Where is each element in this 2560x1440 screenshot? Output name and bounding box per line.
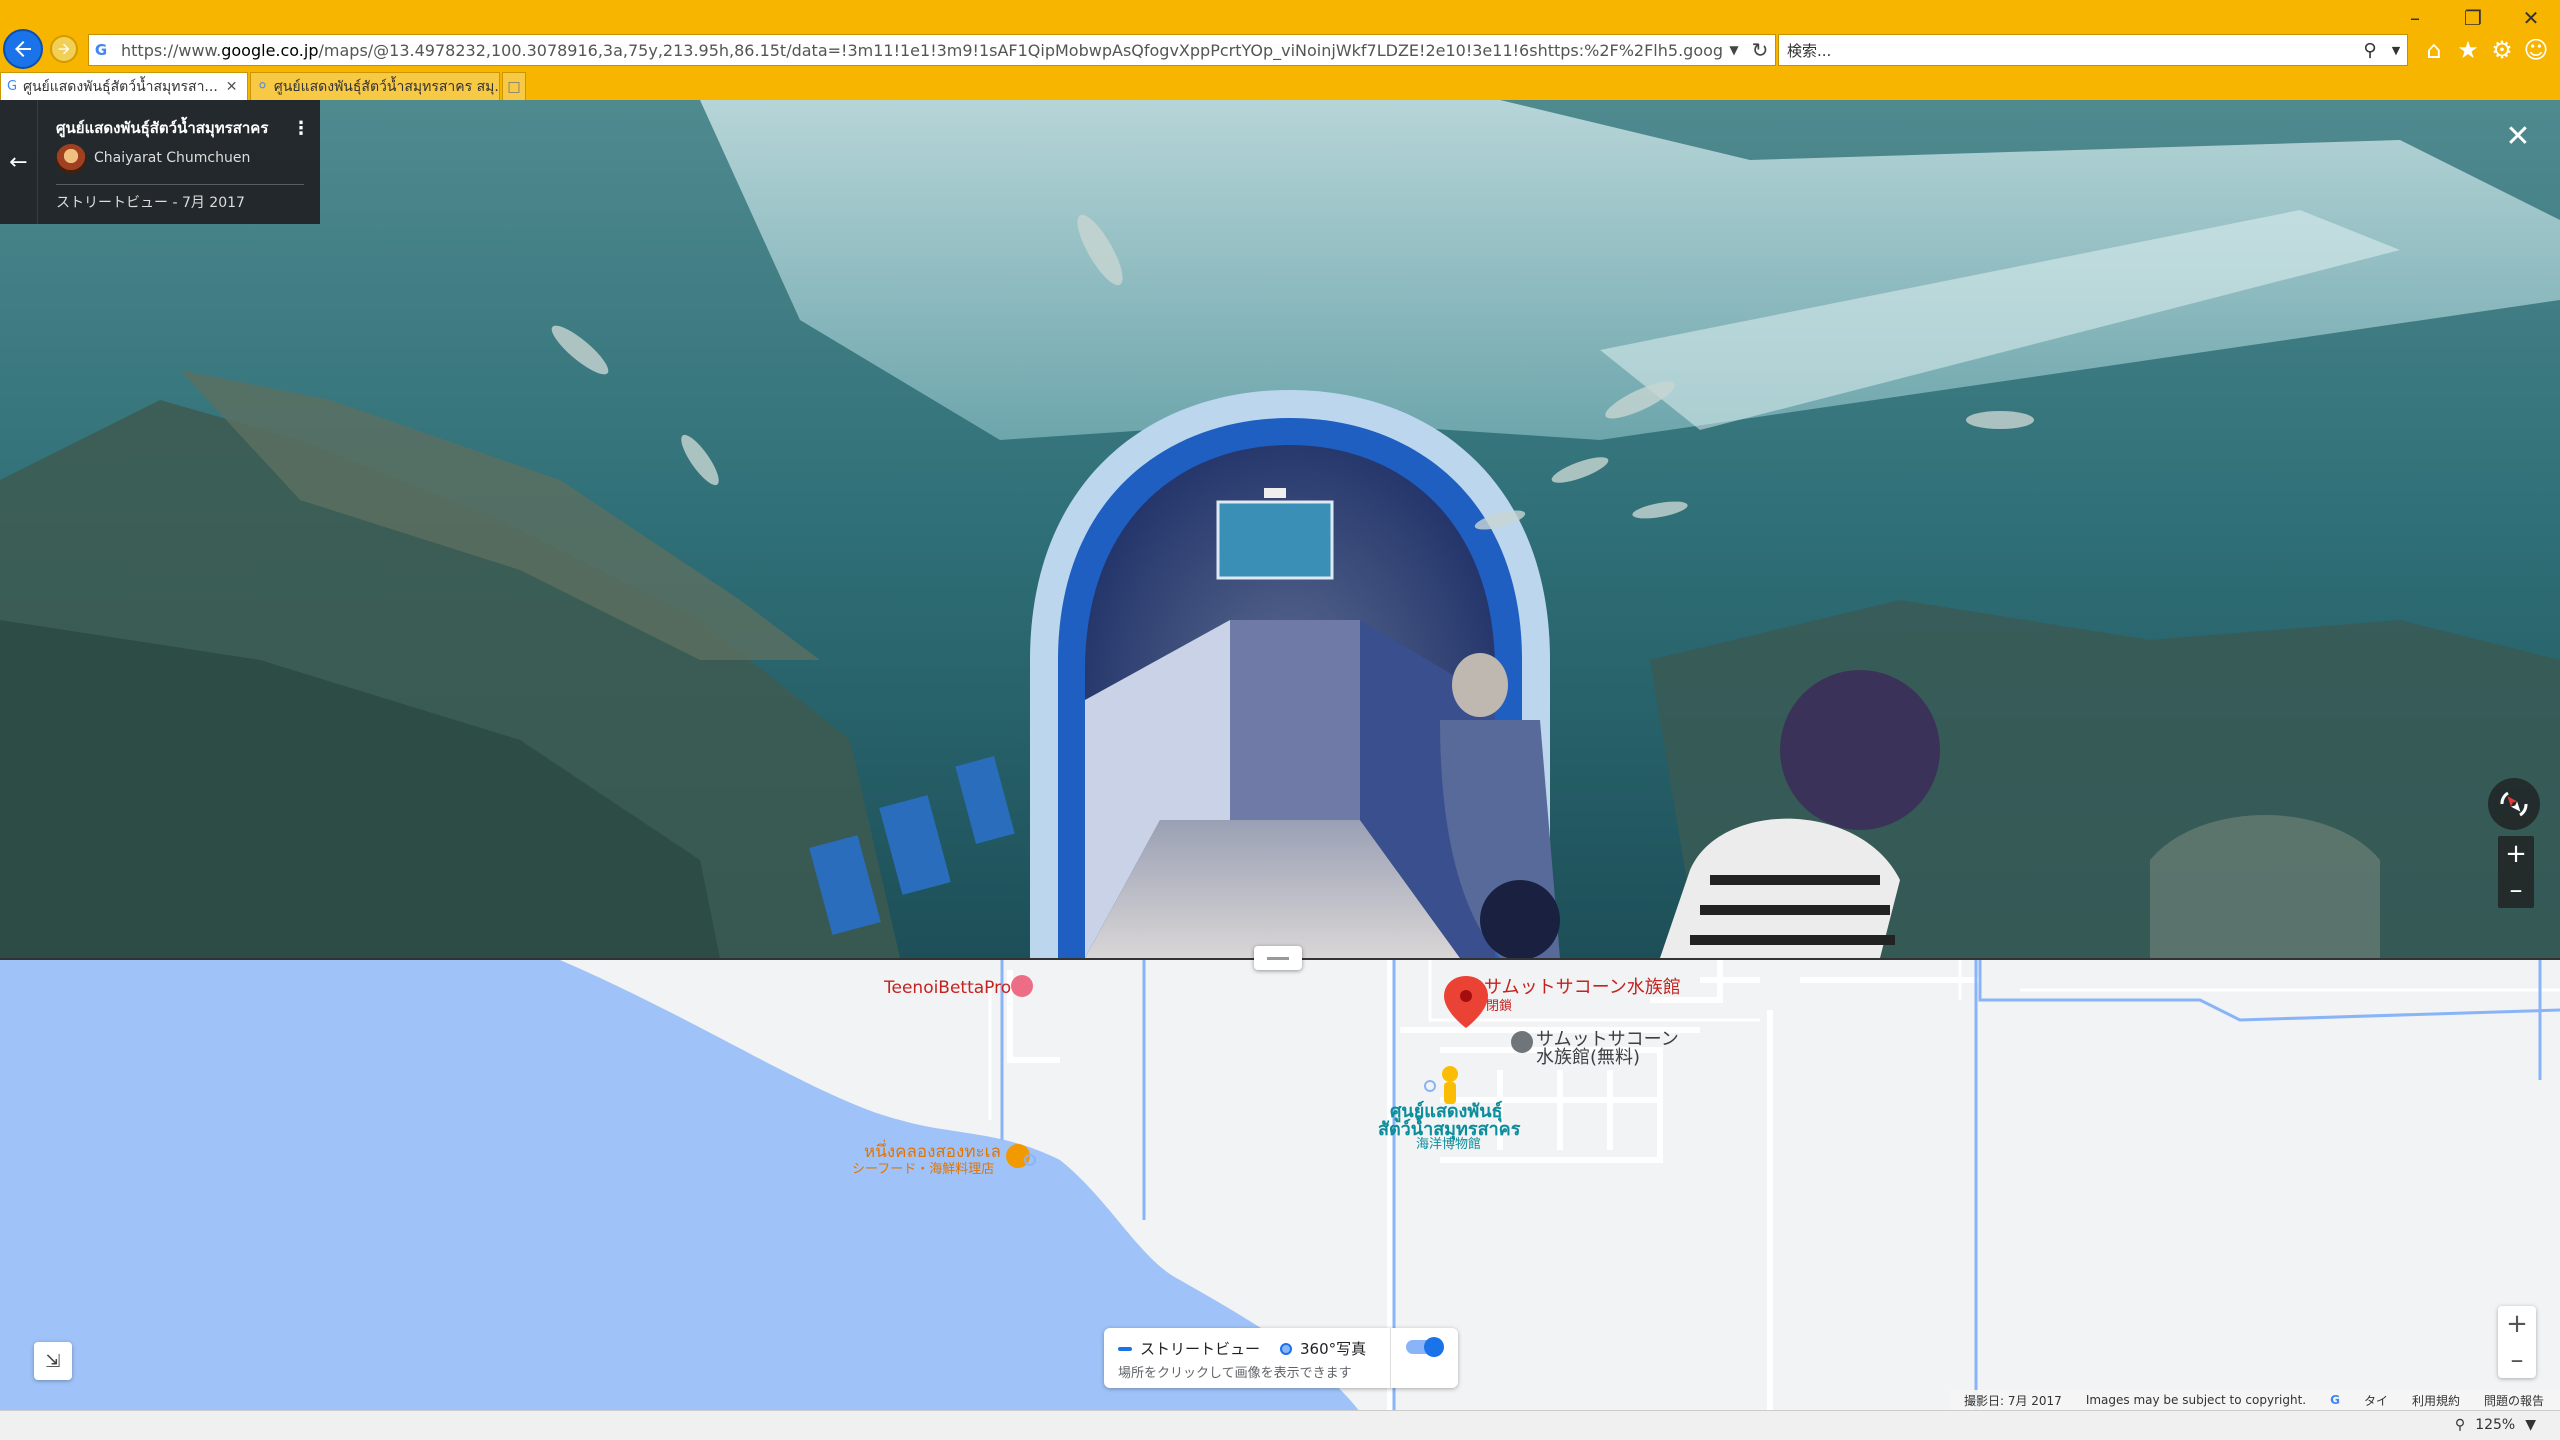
new-tab-button[interactable]: □ [502, 72, 526, 100]
search-dropdown-icon[interactable]: ▼ [2385, 44, 2407, 57]
collapse-icon: ⇲ [45, 1350, 61, 1372]
map-resize-handle[interactable] [1254, 946, 1302, 970]
google-favicon-icon: G [7, 79, 18, 94]
more-options-icon[interactable]: ⋮ [292, 118, 310, 139]
panorama-zoom-control: + – [2498, 836, 2534, 908]
place-label-aquarium[interactable]: サムットサコーン水族館 [1484, 973, 1681, 999]
streetview-info-card: ← ศูนย์แสดงพันธ์ุสัตว์น้ำสมุทรสาคร ⋮ Cha… [0, 100, 320, 224]
country-link[interactable]: タイ [2364, 1392, 2388, 1409]
smiley-feedback-icon[interactable]: ☺ [2522, 34, 2550, 66]
back-arrow-icon[interactable]: ← [0, 100, 38, 224]
map-zoom-control: + – [2498, 1306, 2536, 1378]
place-label-museum-jp[interactable]: 海洋博物館 [1416, 1133, 1481, 1152]
report-link[interactable]: 問題の報告 [2484, 1392, 2544, 1409]
photo360-dot-icon [1280, 1342, 1293, 1355]
copyright-notice: Images may be subject to copyright. [2085, 1393, 2307, 1407]
window-controls: – ❐ ✕ [2386, 0, 2560, 36]
arrow-right-icon [58, 43, 70, 55]
address-dropdown-icon[interactable]: ▼ [1723, 43, 1745, 57]
search-icon[interactable]: ⚲ [2355, 40, 2385, 61]
gear-icon[interactable]: ⚙ [2488, 34, 2516, 66]
search-box[interactable]: 検索... ⚲ ▼ [1778, 34, 2408, 66]
toolbar-icons: ⌂ ★ ⚙ ☺ [2420, 34, 2550, 66]
compass-icon [2500, 791, 2528, 817]
home-icon[interactable]: ⌂ [2420, 34, 2448, 66]
capture-info: ストリートビュー - 7月 2017 [56, 195, 245, 211]
status-bar: ⚲ 125% ▼ [0, 1410, 2560, 1440]
google-logo-icon: G [2330, 1393, 2340, 1407]
favorites-star-icon[interactable]: ★ [2454, 34, 2482, 66]
tab-1[interactable]: G ศูนย์แสดงพันธุ์สัตว์น้ำสมุทรสา... ✕ [0, 72, 248, 100]
place-label-betta[interactable]: TeenoiBettaPro [884, 978, 1011, 998]
streetview-panorama[interactable] [0, 100, 2560, 958]
photo360-layer-label: 360°写真 [1300, 1340, 1367, 1358]
compass-button[interactable] [2488, 778, 2540, 830]
google-favicon-icon: G [94, 41, 108, 59]
capture-date: 撮影日: 7月 2017 [1963, 1393, 2062, 1408]
collapse-map-button[interactable]: ⇲ [34, 1342, 72, 1380]
back-button[interactable] [3, 29, 43, 69]
zoom-level: 125% [2475, 1417, 2516, 1433]
place-title[interactable]: ศูนย์แสดงพันธ์ุสัตว์น้ำสมุทรสาคร [56, 116, 268, 140]
divider [1390, 1328, 1391, 1388]
betta-shop-pin-icon [1011, 975, 1033, 997]
restore-icon[interactable]: ❐ [2444, 0, 2502, 36]
terms-link[interactable]: 利用規約 [2412, 1392, 2460, 1409]
address-bar[interactable]: G https://www.google.co.jp/maps/@13.4978… [88, 34, 1776, 66]
place-label-aquarium-free-line2[interactable]: 水族館(無料) [1536, 1043, 1640, 1069]
map-footer: 撮影日: 7月 2017 Images may be subject to co… [1950, 1390, 2560, 1410]
streetview-layer-label: ストリートビュー [1140, 1340, 1261, 1358]
author-name[interactable]: Chaiyarat Chumchuen [94, 150, 250, 166]
arrow-left-icon [15, 41, 31, 57]
maps-favicon-icon: ⚪ [257, 79, 268, 94]
minimize-icon[interactable]: – [2386, 0, 2444, 36]
zoom-indicator[interactable]: ⚲ 125% ▼ [2455, 1417, 2536, 1433]
close-icon[interactable]: ✕ [2500, 118, 2536, 154]
tab-label: ศูนย์แสดงพันธุ์สัตว์น้ำสมุทรสาคร สมุ... [273, 78, 500, 95]
tab-strip: G ศูนย์แสดงพันธุ์สัตว์น้ำสมุทรสา... ✕ ⚪ … [0, 70, 528, 100]
tab-label: ศูนย์แสดงพันธุ์สัตว์น้ำสมุทรสา... [23, 78, 218, 95]
zoom-in-icon[interactable]: + [2498, 836, 2534, 872]
url-text: https://www.google.co.jp/maps/@13.497823… [121, 40, 1723, 60]
avatar[interactable] [56, 144, 86, 174]
forward-button[interactable] [50, 35, 78, 63]
zoom-magnifier-icon: ⚲ [2454, 1417, 2466, 1433]
search-placeholder: 検索... [1787, 41, 1832, 60]
zoom-dropdown-icon[interactable]: ▼ [2525, 1417, 2536, 1433]
browser-chrome: – ❐ ✕ G https://www.google.co.jp/maps/@1… [0, 0, 2560, 100]
zoom-in-icon[interactable]: + [2498, 1306, 2536, 1342]
layer-hint: 場所をクリックして画像を表示できます [1118, 1366, 1352, 1381]
divider [56, 184, 304, 185]
streetview-layer-panel: ストリートビュー 360°写真 場所をクリックして画像を表示できます [1104, 1328, 1458, 1388]
zoom-out-icon[interactable]: – [2498, 1342, 2536, 1378]
panorama-image [0, 100, 2560, 958]
refresh-icon[interactable]: ↻ [1745, 38, 1775, 62]
aquarium-free-pin-icon [1511, 1031, 1533, 1053]
place-label-seafood-category[interactable]: シーフード・海鮮料理店 [852, 1158, 994, 1177]
streetview-line-icon [1118, 1346, 1132, 1351]
layer-toggle[interactable] [1406, 1337, 1444, 1357]
close-window-icon[interactable]: ✕ [2502, 0, 2560, 36]
zoom-out-icon[interactable]: – [2498, 872, 2534, 908]
place-status-closed: 閉鎖 [1486, 999, 1513, 1014]
close-tab-icon[interactable]: ✕ [226, 79, 238, 95]
tab-2[interactable]: ⚪ ศูนย์แสดงพันธุ์สัตว์น้ำสมุทรสาคร สมุ..… [250, 72, 500, 100]
